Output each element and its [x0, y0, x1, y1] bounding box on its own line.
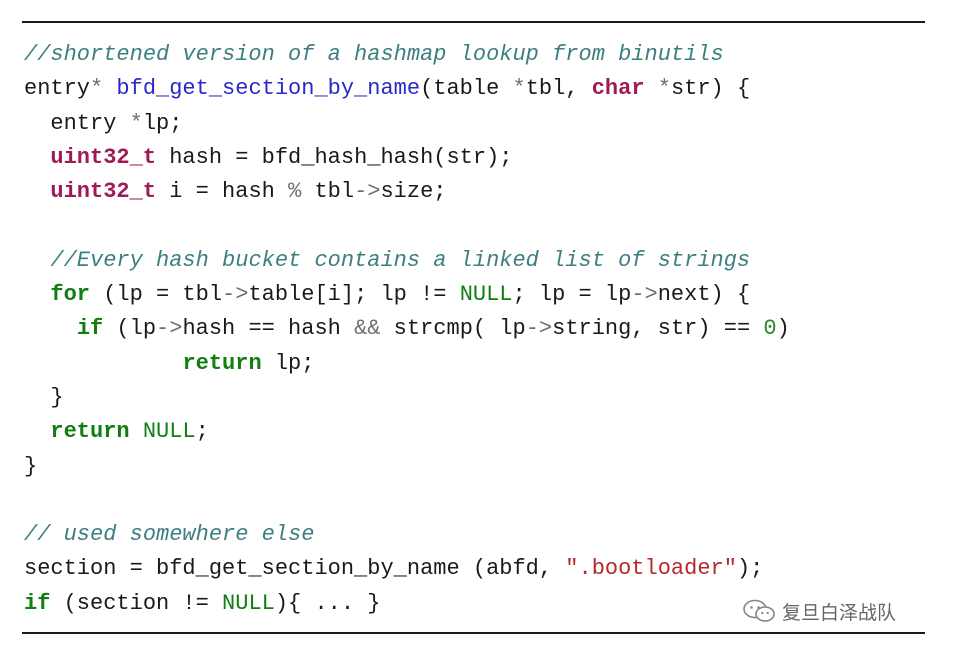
code-token: lp;	[261, 350, 315, 376]
code-token: str) {	[670, 76, 751, 102]
code-token: //Every hash bucket contains a linked li…	[50, 247, 751, 273]
code-token: tbl,	[525, 76, 592, 102]
code-token: entry	[24, 76, 91, 102]
code-line: }	[24, 381, 790, 415]
code-token: lp;	[142, 110, 183, 136]
watermark-text: 复旦白泽战队	[782, 601, 897, 624]
code-line: // used somewhere else	[24, 518, 790, 552]
code-line: if (lp->hash == hash && strcmp( lp->stri…	[24, 312, 790, 346]
code-token: tbl	[301, 179, 355, 205]
code-token: if	[24, 590, 51, 616]
code-line: for (lp = tbl->table[i]; lp != NULL; lp …	[24, 278, 790, 312]
code-token: section = bfd_get_section_by_name (abfd,	[24, 556, 566, 582]
code-token: char	[591, 76, 645, 102]
code-token: *	[512, 76, 526, 102]
code-line: if (section != NULL){ ... }	[24, 587, 790, 621]
code-line: //Every hash bucket contains a linked li…	[24, 244, 790, 278]
code-token: ->	[156, 316, 183, 342]
code-token: string, str) ==	[552, 316, 764, 342]
code-token: uint32_t	[50, 144, 157, 170]
code-line: section = bfd_get_section_by_name (abfd,…	[24, 552, 790, 586]
code-figure: //shortened version of a hashmap lookup …	[0, 0, 960, 656]
code-token: }	[24, 453, 38, 479]
code-token: i = hash	[156, 179, 289, 205]
code-token: entry	[24, 110, 130, 136]
code-token: ".bootloader"	[565, 556, 737, 582]
code-token: );	[736, 556, 764, 582]
code-token: ){ ... }	[274, 590, 381, 616]
code-token: (section !=	[50, 590, 223, 616]
code-token: ; lp = lp	[512, 282, 632, 308]
code-token: strcmp( lp	[380, 316, 526, 342]
code-token: (table	[420, 76, 513, 102]
code-token: ->	[222, 282, 249, 308]
code-token: hash == hash	[182, 316, 355, 342]
code-line: return NULL;	[24, 415, 790, 449]
code-token: uint32_t	[50, 179, 157, 205]
code-listing: //shortened version of a hashmap lookup …	[24, 38, 790, 621]
code-token: %	[288, 179, 302, 205]
code-line: //shortened version of a hashmap lookup …	[24, 38, 790, 72]
code-token: 0	[763, 316, 777, 342]
code-token: // used somewhere else	[24, 522, 315, 548]
code-token: ->	[631, 282, 658, 308]
code-token: *	[90, 76, 104, 102]
code-line: entry *lp;	[24, 107, 790, 141]
code-token: table[i]; lp !=	[248, 282, 460, 308]
code-token: *	[129, 110, 143, 136]
code-line: entry* bfd_get_section_by_name(table *tb…	[24, 72, 790, 106]
bottom-rule	[22, 632, 925, 634]
code-token: //shortened version of a hashmap lookup …	[24, 42, 724, 67]
code-token: NULL	[142, 419, 196, 445]
code-token: NULL	[222, 590, 275, 616]
code-token: return	[182, 350, 262, 376]
code-token: (lp	[103, 316, 157, 342]
code-token: )	[776, 316, 790, 342]
code-line: uint32_t i = hash % tbl->size;	[24, 175, 790, 209]
code-token: hash = bfd_hash_hash(str);	[156, 144, 513, 170]
code-token: size;	[380, 179, 447, 205]
watermark: 复旦白泽战队	[742, 596, 896, 626]
code-line: }	[24, 450, 790, 484]
wechat-icon	[743, 599, 775, 622]
code-token: for	[50, 282, 91, 308]
top-rule	[22, 21, 925, 23]
code-token: bfd_get_section_by_name	[116, 76, 421, 102]
code-token: if	[76, 316, 104, 342]
code-token: (lp = tbl	[90, 282, 223, 308]
code-token: }	[24, 384, 64, 410]
code-line: uint32_t hash = bfd_hash_hash(str);	[24, 141, 790, 175]
code-token: &&	[354, 316, 381, 342]
code-token: return	[50, 419, 130, 445]
code-token: ->	[525, 316, 553, 342]
code-token: ->	[354, 179, 381, 205]
code-token: NULL	[459, 282, 513, 308]
code-token: *	[657, 76, 671, 102]
code-token: next) {	[657, 282, 751, 308]
code-token: ;	[195, 419, 209, 445]
code-line: return lp;	[24, 347, 790, 381]
